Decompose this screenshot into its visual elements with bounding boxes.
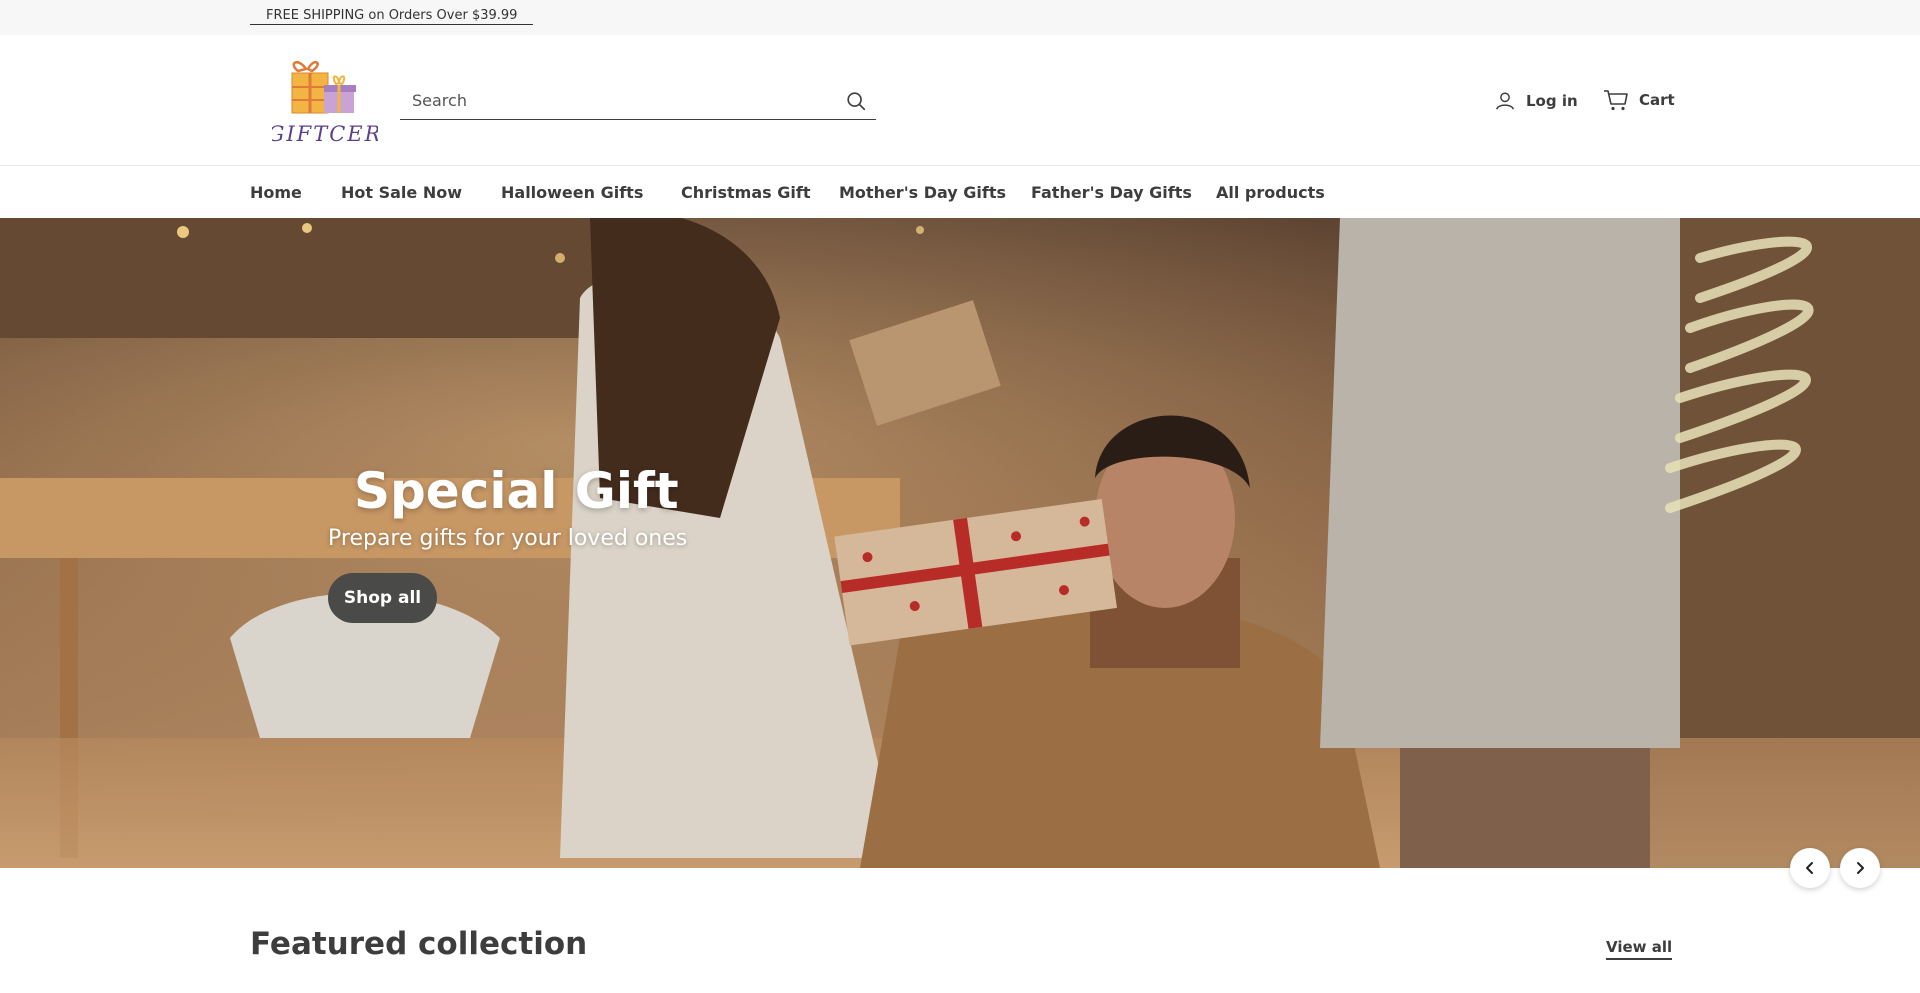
- cart-label: Cart: [1639, 91, 1675, 109]
- hero-image: [0, 218, 1920, 868]
- announcement-bar: FREE SHIPPING on Orders Over $39.99: [0, 0, 1920, 35]
- chevron-left-icon: [1806, 862, 1813, 874]
- user-icon: [1496, 92, 1514, 110]
- search-button[interactable]: [844, 90, 868, 114]
- slideshow-next-button[interactable]: [1840, 848, 1880, 888]
- cart-icon: [1604, 90, 1628, 111]
- main-navigation: Home Hot Sale Now Halloween Gifts Christ…: [0, 167, 1920, 218]
- nav-item-all-products[interactable]: All products: [1216, 183, 1325, 202]
- hero-subtitle: Prepare gifts for your loved ones: [328, 526, 688, 551]
- logo-text: GIFTCER: [272, 122, 378, 146]
- site-header: GIFTCER Log in Cart: [0, 35, 1920, 166]
- login-link[interactable]: Log in: [1494, 88, 1578, 114]
- nav-item-fathers-day[interactable]: Father's Day Gifts: [1031, 183, 1192, 202]
- nav-item-halloween[interactable]: Halloween Gifts: [501, 183, 643, 202]
- login-label: Log in: [1526, 92, 1578, 110]
- view-all-link[interactable]: View all: [1606, 938, 1673, 960]
- shop-all-button[interactable]: Shop all: [328, 573, 437, 623]
- search-icon: [847, 92, 866, 111]
- free-shipping-link[interactable]: FREE SHIPPING on Orders Over $39.99: [250, 8, 534, 25]
- chevron-right-icon: [1857, 862, 1864, 874]
- search-input[interactable]: [400, 82, 830, 119]
- hero-title: Special Gift: [354, 462, 679, 520]
- giftcer-logo[interactable]: GIFTCER: [268, 55, 380, 155]
- slideshow-prev-button[interactable]: [1790, 848, 1830, 888]
- hero-slideshow: Special Gift Prepare gifts for your love…: [0, 218, 1920, 868]
- nav-item-christmas[interactable]: Christmas Gift: [681, 183, 810, 202]
- featured-collection-title: Featured collection: [250, 926, 588, 962]
- nav-item-home[interactable]: Home: [250, 183, 302, 202]
- nav-item-hot-sale[interactable]: Hot Sale Now: [341, 183, 462, 202]
- nav-item-mothers-day[interactable]: Mother's Day Gifts: [839, 183, 1006, 202]
- search-form: [400, 82, 876, 120]
- cart-link[interactable]: Cart: [1603, 87, 1675, 113]
